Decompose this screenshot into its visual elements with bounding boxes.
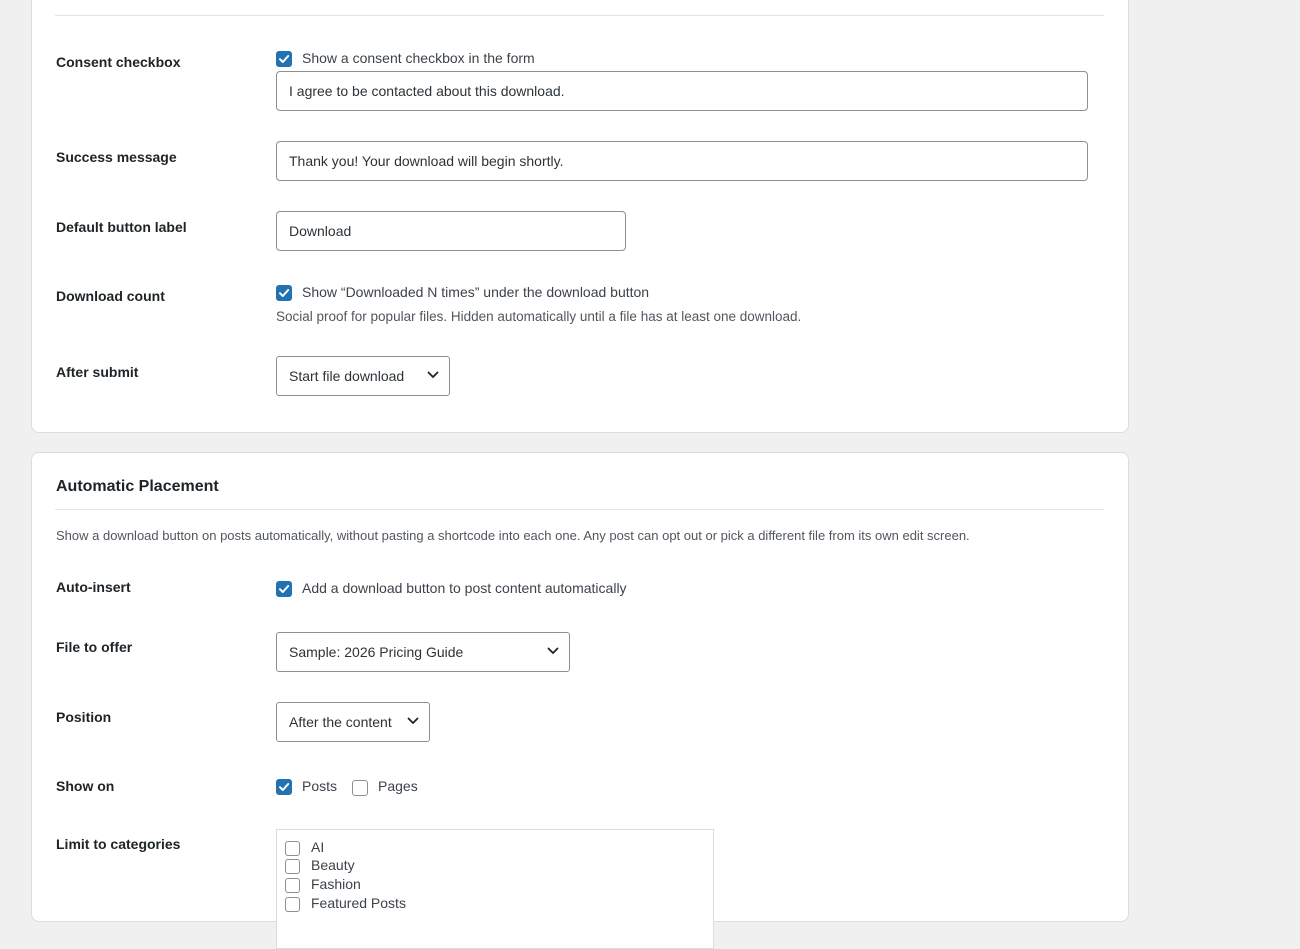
show-on-posts-checkbox[interactable] xyxy=(276,779,292,795)
file-to-offer-selected: Sample: 2026 Pricing Guide xyxy=(289,644,464,660)
success-message-input[interactable]: Thank you! Your download will begin shor… xyxy=(276,141,1088,181)
section-divider xyxy=(55,509,1104,510)
category-label: Fashion xyxy=(311,876,361,892)
checkmark-icon xyxy=(279,289,290,297)
download-count-checkbox-text: Show “Downloaded N times” under the down… xyxy=(302,284,650,300)
category-checkbox[interactable] xyxy=(285,878,300,893)
auto-insert-label: Auto-insert xyxy=(56,579,131,595)
position-select[interactable]: After the content xyxy=(276,702,430,742)
file-to-offer-select[interactable]: Sample: 2026 Pricing Guide xyxy=(276,632,570,672)
show-on-posts-text: Posts xyxy=(302,778,338,794)
form-settings-card: Consent checkbox Show a consent checkbox… xyxy=(31,0,1129,433)
category-checkbox[interactable] xyxy=(285,841,300,856)
auto-insert-checkbox[interactable] xyxy=(276,581,292,597)
default-button-label-label: Default button label xyxy=(56,219,187,235)
category-label: Featured Posts xyxy=(311,895,406,911)
section-description: Show a download button on posts automati… xyxy=(56,528,970,543)
consent-checkbox-label: Consent checkbox xyxy=(56,54,181,70)
consent-checkbox[interactable] xyxy=(276,51,292,67)
chevron-down-icon xyxy=(427,371,439,378)
download-count-checkbox[interactable] xyxy=(276,285,292,301)
position-selected: After the content xyxy=(289,714,392,730)
show-on-pages-checkbox[interactable] xyxy=(352,780,368,796)
consent-text-input[interactable]: I agree to be contacted about this downl… xyxy=(276,71,1088,111)
consent-checkbox-text: Show a consent checkbox in the form xyxy=(302,50,535,66)
position-label: Position xyxy=(56,709,112,725)
limit-categories-label: Limit to categories xyxy=(56,836,181,852)
section-title: Automatic Placement xyxy=(56,478,219,495)
chevron-down-icon xyxy=(407,717,419,724)
section-divider xyxy=(55,15,1104,16)
chevron-down-icon xyxy=(547,647,559,654)
category-label: Beauty xyxy=(311,857,355,873)
automatic-placement-card: Automatic Placement Show a download butt… xyxy=(31,452,1129,949)
checkmark-icon xyxy=(279,783,290,791)
after-submit-selected: Start file download xyxy=(289,368,405,384)
checkmark-icon xyxy=(279,585,290,593)
show-on-label: Show on xyxy=(56,778,115,794)
category-checkbox[interactable] xyxy=(285,897,300,912)
categories-checklist[interactable]: AI Beauty Fashion Featured Posts xyxy=(276,829,714,949)
after-submit-select[interactable]: Start file download xyxy=(276,356,450,396)
default-button-label-input[interactable]: Download xyxy=(276,211,626,251)
auto-insert-checkbox-text: Add a download button to post content au… xyxy=(302,580,627,596)
category-checkbox[interactable] xyxy=(285,859,300,874)
file-to-offer-label: File to offer xyxy=(56,639,133,655)
show-on-pages-text: Pages xyxy=(378,778,418,794)
category-label: AI xyxy=(311,839,325,855)
download-count-label: Download count xyxy=(56,288,165,304)
download-count-description: Social proof for popular files. Hidden a… xyxy=(276,309,802,324)
checkmark-icon xyxy=(279,55,290,63)
after-submit-label: After submit xyxy=(56,364,139,380)
success-message-label: Success message xyxy=(56,149,177,165)
